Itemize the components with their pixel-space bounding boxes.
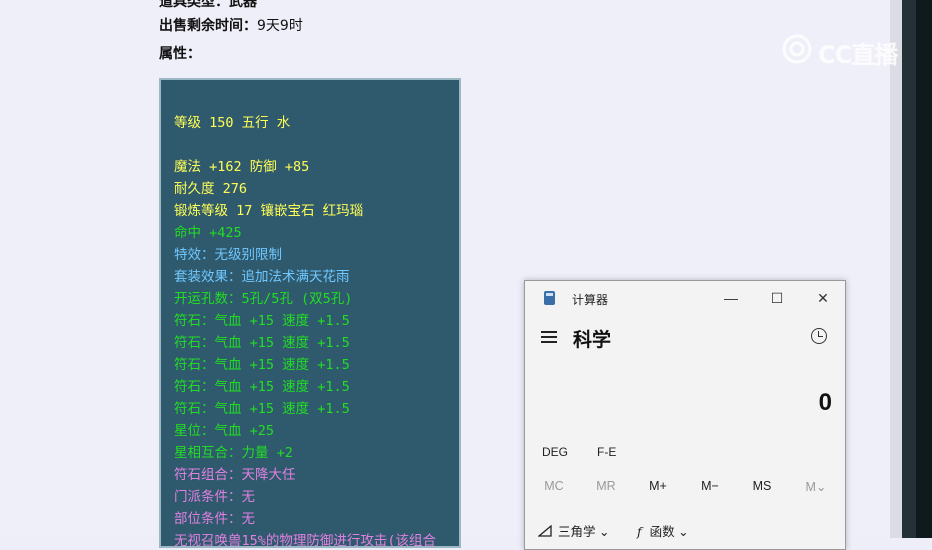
item-attribute-line: 部位条件：无 (174, 511, 255, 527)
item-attribute-line: 锻炼等级 17 镶嵌宝石 红玛瑙 (174, 203, 364, 219)
trigonometry-label: 三角学 (558, 525, 596, 539)
memory-list-button[interactable]: M⌄ (796, 479, 836, 494)
item-attribute-line: 魔法 +162 防御 +85 (174, 159, 310, 175)
memory-subtract-button[interactable]: M− (690, 479, 730, 493)
trigonometry-dropdown[interactable]: 三角学 ⌄ (537, 521, 610, 540)
memory-clear-button[interactable]: MC (534, 479, 574, 493)
calculator-mode-title: 科学 (573, 330, 612, 351)
item-attribute-line: 符石：气血 +15 速度 +1.5 (174, 313, 350, 329)
cc-logo-icon (782, 34, 812, 64)
item-attribute-line: 开运孔数：5孔/5孔 (双5孔) (174, 291, 353, 307)
close-button[interactable]: ✕ (809, 287, 837, 309)
item-attribute-line: 符石：气血 +15 速度 +1.5 (174, 379, 350, 395)
attributes-label: 属性： (159, 46, 201, 62)
history-icon[interactable] (811, 328, 827, 344)
item-attribute-line: 符石：气血 +15 速度 +1.5 (174, 335, 350, 351)
calculator-window[interactable]: 计算器 — ☐ ✕ 科学 0 DEG F-E MC MR M+ M− MS M⌄… (524, 280, 846, 550)
item-attribute-line: 特效：无级别限制 (174, 247, 282, 263)
item-attribute-line: 等级 150 五行 水 (174, 115, 291, 131)
calculator-display: 0 (818, 389, 832, 416)
memory-add-button[interactable]: M+ (638, 479, 678, 493)
item-attribute-line: 符石：气血 +15 速度 +1.5 (174, 357, 350, 373)
deg-button[interactable]: DEG (542, 445, 568, 459)
maximize-button[interactable]: ☐ (763, 287, 791, 309)
function-icon: f (637, 524, 642, 539)
item-type-line: 道具类型：武器 (159, 0, 257, 10)
function-label: 函数 (649, 525, 675, 539)
item-attribute-line: 无视召唤兽15%的物理防御进行攻击(该组合 (174, 533, 437, 548)
item-attribute-line: 套装效果：追加法术满天花雨 (174, 269, 350, 285)
triangle-ruler-icon (537, 524, 552, 537)
item-attributes-panel: 等级 150 五行 水魔法 +162 防御 +85 耐久度 276 锻炼等级 17 … (159, 78, 461, 548)
right-window-edge (890, 0, 932, 538)
watermark-text: CC直播 (818, 41, 898, 69)
fe-button[interactable]: F-E (597, 445, 616, 459)
chevron-down-icon: ⌄ (678, 525, 689, 539)
item-attribute-line: 星相互合：力量 +2 (174, 445, 293, 461)
memory-store-button[interactable]: MS (742, 479, 782, 493)
chevron-down-icon: ⌄ (599, 525, 610, 539)
sale-time-value: 9天9时 (257, 18, 303, 34)
memory-recall-button[interactable]: MR (586, 479, 626, 493)
cc-live-watermark: CC直播 (780, 32, 902, 69)
sale-time-line: 出售剩余时间：9天9时 (159, 15, 303, 35)
item-attribute-line: 星位：气血 +25 (174, 423, 275, 439)
calculator-app-icon (544, 291, 555, 305)
item-attribute-line: 符石：气血 +15 速度 +1.5 (174, 401, 350, 417)
item-attribute-line: 符石组合：天降大任 (174, 467, 296, 483)
item-attribute-line: 门派条件：无 (174, 489, 255, 505)
sale-time-label: 出售剩余时间： (159, 18, 257, 34)
item-attribute-line: 命中 +425 (174, 225, 242, 241)
hamburger-menu-icon[interactable] (541, 331, 557, 343)
item-attribute-line: 耐久度 276 (174, 181, 248, 197)
window-title: 计算器 (572, 293, 609, 307)
function-dropdown[interactable]: f 函数 ⌄ (637, 521, 689, 540)
calculator-titlebar[interactable]: 计算器 — ☐ ✕ (525, 281, 845, 315)
minimize-button[interactable]: — (717, 287, 745, 309)
